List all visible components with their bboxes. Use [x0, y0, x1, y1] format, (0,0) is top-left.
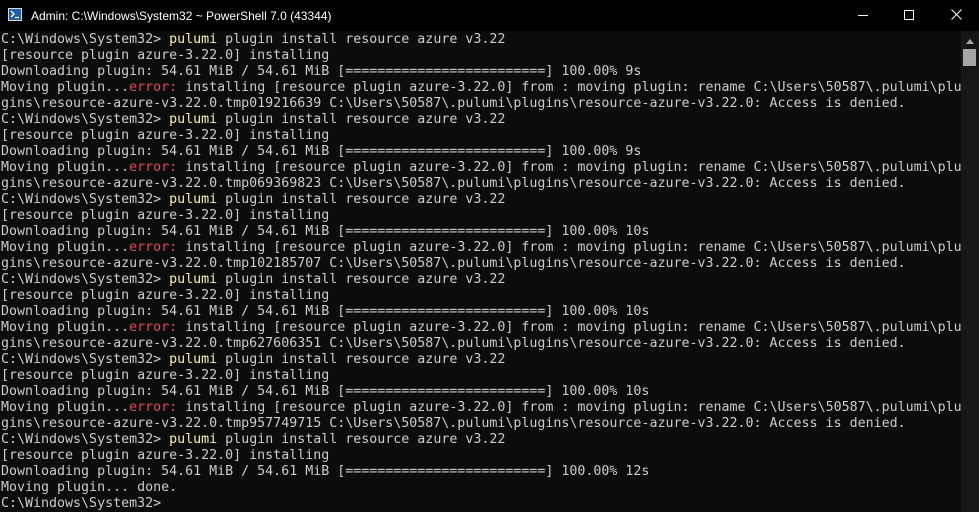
terminal-text: installing [resource plugin azure-3.22.0… [177, 80, 961, 95]
terminal-line: Moving plugin... done. [1, 480, 177, 496]
terminal-text: Moving plugin... [1, 80, 130, 95]
terminal-line: Downloading plugin: 54.61 MiB / 54.61 Mi… [1, 464, 649, 480]
terminal-text: C:\Windows\System32> [1, 432, 170, 447]
command-name: pulumi [169, 112, 218, 127]
terminal-line: Downloading plugin: 54.61 MiB / 54.61 Mi… [1, 304, 649, 320]
terminal-line: C:\Windows\System32> pulumi plugin insta… [1, 112, 505, 128]
close-button[interactable] [933, 0, 979, 31]
terminal-line: gins\resource-azure-v3.22.0.tmp069369823… [1, 176, 906, 192]
terminal-text: Downloading plugin: 54.61 MiB / 54.61 Mi… [1, 464, 650, 479]
terminal-text: gins\resource-azure-v3.22.0.tmp019216639… [1, 96, 906, 111]
close-icon [950, 8, 962, 23]
terminal-line: Downloading plugin: 54.61 MiB / 54.61 Mi… [1, 224, 649, 240]
scrollbar-thumb[interactable] [963, 49, 976, 66]
scroll-up-button[interactable] [961, 31, 979, 48]
terminal-text: C:\Windows\System32> [1, 272, 170, 287]
minimize-icon [858, 9, 868, 23]
powershell-window: Admin: C:\Windows\System32 ~ PowerShell … [0, 0, 979, 512]
terminal-line: [resource plugin azure-3.22.0] installin… [1, 128, 329, 144]
terminal-line: C:\Windows\System32> [1, 496, 169, 512]
terminal-text: plugin install resource azure v3.22 [217, 352, 506, 367]
vertical-scrollbar[interactable] [961, 31, 979, 512]
error-label: error: [129, 320, 178, 335]
terminal-text: Moving plugin... [1, 320, 130, 335]
title-bar[interactable]: Admin: C:\Windows\System32 ~ PowerShell … [0, 0, 979, 31]
terminal-text: plugin install resource azure v3.22 [217, 32, 506, 47]
terminal-line: Moving plugin...error: installing [resou… [1, 240, 961, 256]
terminal-text: gins\resource-azure-v3.22.0.tmp627606351… [1, 336, 906, 351]
terminal-line: [resource plugin azure-3.22.0] installin… [1, 368, 329, 384]
error-label: error: [129, 80, 178, 95]
terminal-text: C:\Windows\System32> [1, 352, 170, 367]
error-label: error: [129, 240, 178, 255]
terminal-text: gins\resource-azure-v3.22.0.tmp102185707… [1, 256, 906, 271]
terminal-line: Downloading plugin: 54.61 MiB / 54.61 Mi… [1, 384, 649, 400]
terminal-line: Moving plugin...error: installing [resou… [1, 320, 961, 336]
terminal-line: gins\resource-azure-v3.22.0.tmp957749715… [1, 416, 906, 432]
terminal-text: [resource plugin azure-3.22.0] installin… [1, 48, 330, 63]
terminal-line: [resource plugin azure-3.22.0] installin… [1, 48, 329, 64]
terminal-text: Moving plugin... done. [1, 480, 178, 495]
terminal-text: installing [resource plugin azure-3.22.0… [177, 320, 961, 335]
command-name: pulumi [169, 352, 218, 367]
terminal-text: plugin install resource azure v3.22 [217, 192, 506, 207]
terminal-line: Downloading plugin: 54.61 MiB / 54.61 Mi… [1, 64, 641, 80]
terminal-line: Moving plugin...error: installing [resou… [1, 160, 961, 176]
terminal-text: Downloading plugin: 54.61 MiB / 54.61 Mi… [1, 144, 642, 159]
terminal-text: Moving plugin... [1, 240, 130, 255]
terminal-line: [resource plugin azure-3.22.0] installin… [1, 448, 329, 464]
terminal-line: C:\Windows\System32> pulumi plugin insta… [1, 432, 505, 448]
terminal-line: C:\Windows\System32> pulumi plugin insta… [1, 32, 505, 48]
terminal-line: gins\resource-azure-v3.22.0.tmp019216639… [1, 96, 906, 112]
terminal-text: [resource plugin azure-3.22.0] installin… [1, 448, 330, 463]
terminal-line: C:\Windows\System32> pulumi plugin insta… [1, 192, 505, 208]
powershell-icon[interactable] [8, 8, 22, 21]
terminal-line: C:\Windows\System32> pulumi plugin insta… [1, 352, 505, 368]
terminal-text: installing [resource plugin azure-3.22.0… [177, 240, 961, 255]
terminal-text: Moving plugin... [1, 160, 130, 175]
terminal-text: C:\Windows\System32> [1, 192, 170, 207]
terminal-text: C:\Windows\System32> [1, 32, 170, 47]
terminal-text: plugin install resource azure v3.22 [217, 272, 506, 287]
terminal-line: Downloading plugin: 54.61 MiB / 54.61 Mi… [1, 144, 641, 160]
window-title: Admin: C:\Windows\System32 ~ PowerShell … [31, 9, 332, 23]
terminal-text: Downloading plugin: 54.61 MiB / 54.61 Mi… [1, 384, 650, 399]
terminal-text: plugin install resource azure v3.22 [217, 112, 506, 127]
terminal-text: gins\resource-azure-v3.22.0.tmp069369823… [1, 176, 906, 191]
command-name: pulumi [169, 432, 218, 447]
terminal-text: C:\Windows\System32> [1, 496, 170, 511]
terminal-line: Moving plugin...error: installing [resou… [1, 400, 961, 416]
terminal-line: [resource plugin azure-3.22.0] installin… [1, 208, 329, 224]
terminal-text: plugin install resource azure v3.22 [217, 432, 506, 447]
terminal-text: Downloading plugin: 54.61 MiB / 54.61 Mi… [1, 64, 642, 79]
terminal-text: installing [resource plugin azure-3.22.0… [177, 160, 961, 175]
command-name: pulumi [169, 192, 218, 207]
terminal-text: [resource plugin azure-3.22.0] installin… [1, 208, 330, 223]
terminal-output[interactable]: C:\Windows\System32> pulumi plugin insta… [0, 31, 961, 512]
terminal-line: C:\Windows\System32> pulumi plugin insta… [1, 272, 505, 288]
terminal-text: [resource plugin azure-3.22.0] installin… [1, 128, 330, 143]
terminal-text: Moving plugin... [1, 400, 130, 415]
maximize-button[interactable] [886, 0, 932, 31]
command-name: pulumi [169, 32, 218, 47]
terminal-text: [resource plugin azure-3.22.0] installin… [1, 288, 330, 303]
maximize-icon [904, 9, 914, 23]
error-label: error: [129, 160, 178, 175]
error-label: error: [129, 400, 178, 415]
terminal-line: Moving plugin...error: installing [resou… [1, 80, 961, 96]
terminal-text: installing [resource plugin azure-3.22.0… [177, 400, 961, 415]
terminal-line: gins\resource-azure-v3.22.0.tmp627606351… [1, 336, 906, 352]
minimize-button[interactable] [840, 0, 886, 31]
terminal-line: gins\resource-azure-v3.22.0.tmp102185707… [1, 256, 906, 272]
terminal-text: [resource plugin azure-3.22.0] installin… [1, 368, 330, 383]
scroll-up-arrow-icon [966, 31, 974, 49]
terminal-line: [resource plugin azure-3.22.0] installin… [1, 288, 329, 304]
terminal-text: C:\Windows\System32> [1, 112, 170, 127]
terminal-text: Downloading plugin: 54.61 MiB / 54.61 Mi… [1, 224, 650, 239]
terminal-text: gins\resource-azure-v3.22.0.tmp957749715… [1, 416, 906, 431]
terminal-text: Downloading plugin: 54.61 MiB / 54.61 Mi… [1, 304, 650, 319]
command-name: pulumi [169, 272, 218, 287]
